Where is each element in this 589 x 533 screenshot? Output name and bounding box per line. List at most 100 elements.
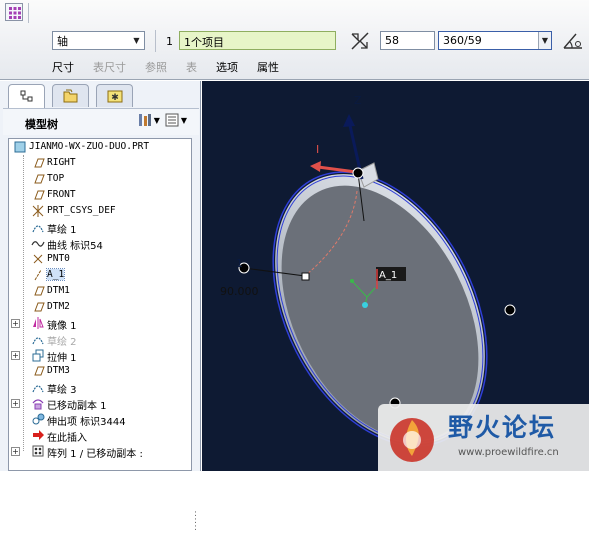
tab-favorites[interactable]: ✱ [96,84,133,107]
tree-item-label: 已移动副本 1 [47,401,107,412]
tree-item[interactable]: JIANMO-WX-ZUO-DUO.PRT [9,139,191,155]
chevron-down-icon[interactable]: ▼ [131,34,142,47]
resize-handle[interactable]: ::: [194,510,197,533]
tree-item[interactable]: DTM1 [9,283,191,299]
drag-arrow-head [310,161,321,172]
increment-input[interactable]: 360/59 ▼ [438,31,552,50]
tree-item-label: DTM2 [47,301,70,312]
svg-text:✱: ✱ [111,93,119,103]
expand-toggle[interactable]: + [11,319,20,328]
tab-properties[interactable]: 属性 [257,59,279,75]
expand-toggle[interactable]: + [11,399,20,408]
navigator-tabs: ✱ [8,84,198,108]
tab-table[interactable]: 表 [186,59,197,75]
model-tree-title: 模型树 [25,118,58,131]
angle-input[interactable]: 58 [380,31,435,50]
model-tree-icon [20,90,32,101]
tree-item-label: JIANMO-WX-ZUO-DUO.PRT [29,141,150,152]
axis-label-1: 1 [236,257,243,270]
tree-item-label: 伸出项 标识3444 [47,417,126,428]
tree-item-label: 草绘 3 [47,385,77,396]
axis-label-z: Z [354,94,362,107]
reference-collector[interactable]: 1个项目 [179,31,336,50]
list-icon [165,113,179,127]
separator [28,3,29,23]
tree-item[interactable]: 草绘 1 [9,219,191,236]
drag-arrow-line [317,165,357,174]
sketch-icon [31,332,45,346]
control-panel-icon[interactable] [5,3,23,21]
tree-item[interactable]: DTM3 [9,363,191,379]
expand-toggle[interactable]: + [11,351,20,360]
tree-item[interactable]: + 镜像 1 [9,315,191,332]
tree-item[interactable]: A_1 [9,267,191,283]
csys-icon [31,204,45,218]
tree-item[interactable]: 曲线 标识54 [9,235,191,252]
moved-copy-icon [31,396,45,410]
tree-settings-button[interactable]: ▼ [137,112,160,128]
tree-item-label: DTM1 [47,285,70,296]
measure-angle-icon[interactable] [561,29,585,53]
datum-axis-icon [31,268,45,282]
mirror-icon [31,316,45,330]
tree-show-button[interactable]: ▼ [164,112,187,128]
datum-point-icon [31,252,45,266]
model-tree: JIANMO-WX-ZUO-DUO.PRT RIGHT TOP FRONT PRT_CS… [8,138,192,471]
tree-item[interactable]: 草绘 2 [9,331,191,348]
tree-item[interactable]: 草绘 3 [9,379,191,396]
tree-item[interactable]: FRONT [9,187,191,203]
tree-item[interactable]: TOP [9,171,191,187]
navigator-panel: ✱ 模型树 ▼ ▼ JIANMO-WX-ZUO-DUO.PRT RIGHT TO… [0,81,201,533]
tree-item[interactable]: DTM2 [9,299,191,315]
favorites-icon: ✱ [107,90,122,103]
protrusion-icon [31,412,45,426]
model-tree-header: 模型树 ▼ ▼ [3,108,199,135]
tree-item-label: 在此插入 [47,433,87,444]
tab-references[interactable]: 参照 [145,59,167,75]
tree-item[interactable]: PNT0 [9,251,191,267]
dimension-handle[interactable] [301,272,310,281]
tree-item-label: 阵列 1 / 已移动副本 : [47,449,143,460]
watermark-title: 野火论坛 [448,413,557,442]
tree-item-label: 镜像 1 [47,321,77,332]
chevron-down-icon: ▼ [180,115,187,125]
tree-item-label: PRT_CSYS_DEF [47,205,116,216]
tab-model-tree[interactable] [8,84,45,108]
tree-item-label: 草绘 1 [47,225,77,236]
movement-type-select[interactable]: 轴 ▼ [52,31,145,50]
tree-item[interactable]: PRT_CSYS_DEF [9,203,191,219]
tree-item[interactable]: RIGHT [9,155,191,171]
tree-item-label: RIGHT [47,157,76,168]
part-icon [13,140,27,154]
tree-item[interactable]: + 已移动副本 1 [9,395,191,412]
reference-count: 1 [166,35,173,48]
tree-item-label: TOP [47,173,65,184]
expand-toggle[interactable]: + [11,447,20,456]
drag-handle[interactable] [352,167,364,179]
tree-item-label: 曲线 标识54 [47,241,103,252]
tab-options[interactable]: 选项 [216,59,238,75]
tree-item[interactable]: 伸出项 标识3444 [9,411,191,428]
csys-point [350,279,354,283]
watermark-url: www.proewildfire.cn [458,447,559,458]
drag-handle[interactable] [504,304,516,316]
flame-logo-icon [390,418,434,462]
chevron-down-icon[interactable]: ▼ [538,32,551,49]
rotation-dimension[interactable]: 90.000 [220,285,259,298]
datum-plane-icon [31,188,45,202]
flip-direction-icon[interactable] [349,30,371,52]
tree-item[interactable]: + 拉伸 1 [9,347,191,364]
model-tree-toolbar: ▼ ▼ [137,112,187,128]
tab-dimensions[interactable]: 尺寸 [52,59,74,75]
tree-item[interactable]: + 阵列 1 / 已移动副本 : [9,443,191,460]
datum-plane-icon [31,364,45,378]
z-arrow-head [343,114,355,127]
tab-folder-browser[interactable] [52,84,89,107]
tree-item-label: FRONT [47,189,76,200]
dashboard: 轴 ▼ 1 1个项目 58 360/59 ▼ 尺寸 表尺寸 参照 表 选项 属性 [0,0,589,80]
tab-table-dimensions[interactable]: 表尺寸 [93,59,126,75]
datum-plane-icon [31,284,45,298]
extrude-icon [31,348,45,362]
axis-tag: A_1 [379,270,397,281]
tree-item[interactable]: 在此插入 [9,427,191,444]
